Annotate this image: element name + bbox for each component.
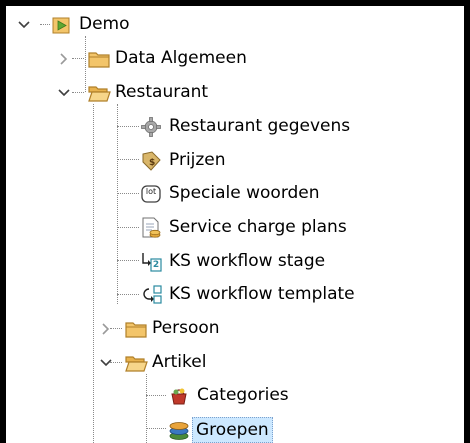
chevron-down-icon[interactable]: [98, 355, 114, 371]
workflow-template-icon: [140, 284, 162, 306]
document-coins-icon: [140, 216, 162, 238]
tree-node-label: KS workflow template: [169, 284, 355, 304]
tree-node-demo[interactable]: Demo: [6, 9, 464, 41]
chevron-right-icon[interactable]: [98, 321, 114, 337]
tree-node-label: Prijzen: [169, 150, 226, 170]
badge-text: 2: [152, 260, 160, 270]
tree-node-speciale-woorden[interactable]: lot Speciale woorden: [6, 178, 464, 210]
tree-node-label: Categories: [197, 385, 289, 405]
tree-node-data-algemeen[interactable]: Data Algemeen: [6, 43, 464, 75]
folder-open-icon: [87, 82, 111, 104]
tree-node-persoon[interactable]: Persoon: [6, 313, 464, 345]
tree-node-ks-workflow-stage[interactable]: 2 KS workflow stage: [6, 246, 464, 278]
price-tag-icon: $: [140, 150, 162, 172]
tree-node-label: Artikel: [152, 352, 207, 372]
svg-text:$: $: [149, 158, 155, 168]
gear-icon: [140, 116, 162, 138]
tree-node-label: Speciale woorden: [169, 183, 320, 203]
badge-text: lot: [145, 187, 157, 196]
tree-node-categories[interactable]: Categories: [6, 380, 464, 412]
tree-node-label: Persoon: [152, 318, 220, 338]
chevron-down-icon[interactable]: [56, 85, 72, 101]
tree-node-label: Restaurant gegevens: [169, 116, 351, 136]
tree-node-service-charge-plans[interactable]: Service charge plans: [6, 212, 464, 244]
project-icon: [51, 14, 73, 36]
tree-node-groepen[interactable]: Groepen: [6, 414, 464, 443]
tree-node-artikel[interactable]: Artikel: [6, 347, 464, 379]
tree-node-label: Restaurant: [115, 82, 209, 102]
workflow-stage-icon: 2: [140, 251, 162, 273]
tree-node-restaurant-gegevens[interactable]: Restaurant gegevens: [6, 111, 464, 143]
tree-node-restaurant[interactable]: Restaurant: [6, 77, 464, 109]
navigation-tree[interactable]: Demo Data Algemeen Restaurant Restaurant…: [6, 6, 464, 443]
tree-node-ks-workflow-template[interactable]: KS workflow template: [6, 279, 464, 311]
tree-node-prijzen[interactable]: $ Prijzen: [6, 145, 464, 177]
chevron-right-icon[interactable]: [56, 51, 72, 67]
tree-view-frame: Demo Data Algemeen Restaurant Restaurant…: [0, 0, 470, 443]
text-badge-icon: lot: [140, 183, 162, 205]
tree-node-label: Demo: [79, 14, 130, 34]
basket-icon: [168, 385, 190, 407]
folder-icon: [87, 48, 110, 70]
folder-icon: [124, 318, 147, 340]
group-stack-icon: [168, 418, 190, 440]
tree-node-label: Groepen: [192, 417, 273, 443]
tree-node-label: KS workflow stage: [169, 251, 326, 271]
tree-node-label: Data Algemeen: [115, 48, 247, 68]
chevron-down-icon[interactable]: [16, 17, 32, 33]
tree-node-label: Service charge plans: [169, 217, 347, 237]
folder-open-icon: [124, 352, 148, 374]
